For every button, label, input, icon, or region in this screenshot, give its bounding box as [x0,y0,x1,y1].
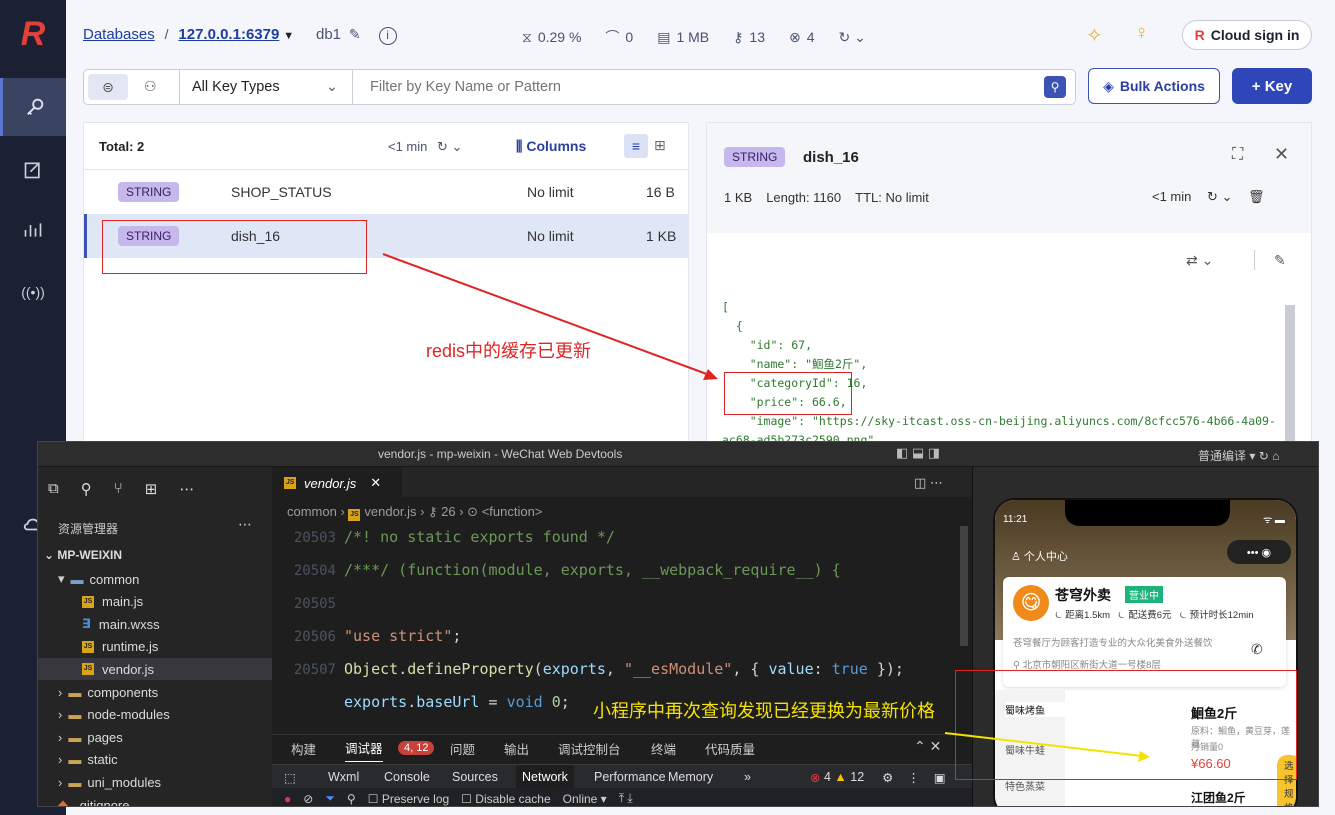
annotation-arrow-yellow [944,732,1150,762]
